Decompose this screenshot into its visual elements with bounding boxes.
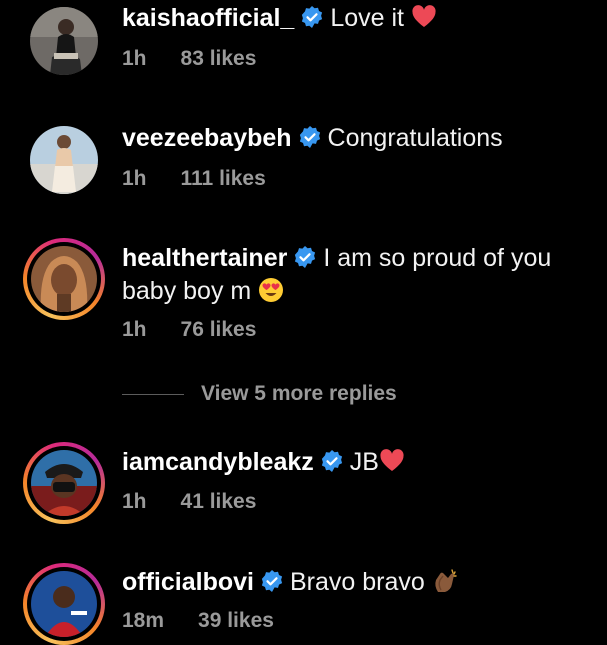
- comment-time: 1h: [122, 318, 147, 341]
- comment-text: Love it: [330, 4, 404, 32]
- avatar: [27, 446, 101, 520]
- comment-username[interactable]: healthertainer: [122, 244, 287, 272]
- comment-likes[interactable]: 39 likes: [198, 609, 274, 632]
- avatar[interactable]: [30, 126, 98, 194]
- comment-meta: 1h 83 likes: [122, 47, 256, 71]
- comment-likes[interactable]: 76 likes: [181, 318, 257, 341]
- comment-text: Congratulations: [327, 124, 503, 152]
- view-more-replies-label: View 5 more replies: [201, 382, 397, 405]
- comment-body: veezeebaybeh Congratulations: [122, 122, 582, 155]
- comment-time: 18m: [122, 609, 165, 632]
- verified-badge-icon: [300, 5, 324, 29]
- verified-badge-icon: [293, 245, 317, 269]
- avatar-photo: [31, 246, 97, 312]
- comment-likes[interactable]: 111 likes: [181, 167, 266, 190]
- comment-body: healthertainer I am so proud of you baby …: [122, 242, 582, 308]
- comment-text: Bravo bravo: [289, 568, 425, 596]
- avatar-story-ring[interactable]: [23, 238, 105, 320]
- comment-time: 1h: [122, 167, 147, 190]
- avatar-story-ring[interactable]: [23, 563, 105, 645]
- avatar-photo: [31, 450, 97, 516]
- heart-eyes-emoji-icon: [258, 277, 284, 303]
- comment-meta: 1h 41 likes: [122, 490, 256, 514]
- comment-text: JB: [349, 448, 379, 476]
- avatar[interactable]: [30, 7, 98, 75]
- avatar: [27, 242, 101, 316]
- clapping-hands-emoji-icon: [432, 568, 458, 594]
- comment-meta: 1h 111 likes: [122, 167, 266, 191]
- comment-meta: 1h 76 likes: [122, 318, 256, 342]
- comment-username[interactable]: kaishaofficial_: [122, 4, 294, 32]
- comment-username[interactable]: iamcandybleakz: [122, 448, 314, 476]
- verified-badge-icon: [298, 125, 322, 149]
- avatar-photo: [30, 126, 98, 194]
- comment-time: 1h: [122, 47, 147, 70]
- comment-meta: 18m 39 likes: [122, 609, 274, 633]
- comment-body: iamcandybleakz JB: [122, 446, 582, 479]
- comment-username[interactable]: veezeebaybeh: [122, 124, 292, 152]
- red-heart-icon: [379, 448, 405, 474]
- red-heart-icon: [411, 4, 437, 30]
- view-more-replies-button[interactable]: View 5 more replies: [122, 378, 397, 410]
- comment-time: 1h: [122, 490, 147, 513]
- verified-badge-icon: [320, 449, 344, 473]
- comment-likes[interactable]: 41 likes: [181, 490, 257, 513]
- avatar-story-ring[interactable]: [23, 442, 105, 524]
- divider-line: [122, 393, 184, 395]
- comment-likes[interactable]: 83 likes: [181, 47, 257, 70]
- comment-body: officialbovi Bravo bravo: [122, 566, 582, 599]
- verified-badge-icon: [260, 569, 284, 593]
- avatar-photo: [30, 7, 98, 75]
- comment-username[interactable]: officialbovi: [122, 568, 254, 596]
- avatar-photo: [31, 571, 97, 637]
- comment-body: kaishaofficial_ Love it: [122, 2, 582, 35]
